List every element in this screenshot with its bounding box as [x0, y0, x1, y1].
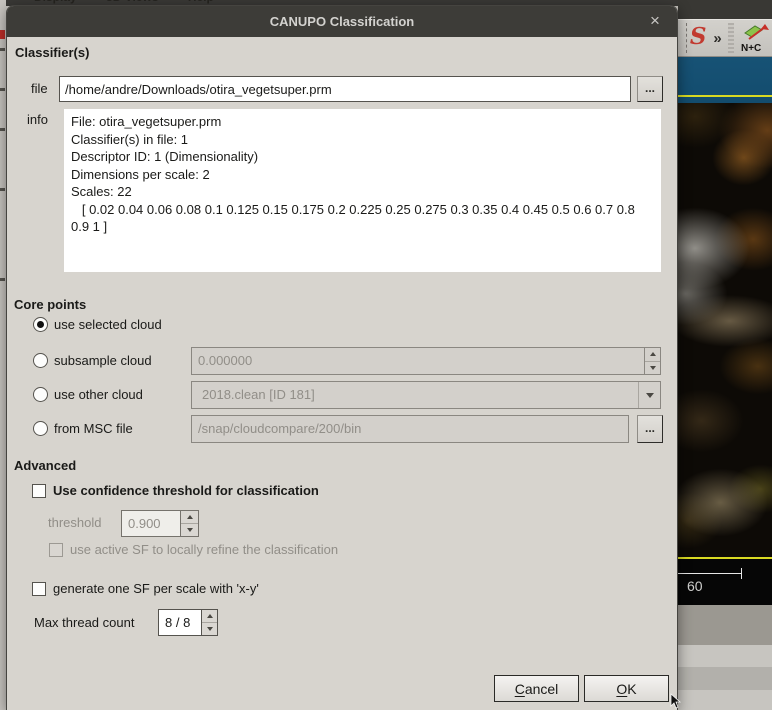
subsample-spinner[interactable] — [644, 348, 660, 374]
cancel-button[interactable]: Cancel — [494, 675, 579, 702]
from-msc-file-label: from MSC file — [54, 421, 133, 436]
radio-from-msc-file[interactable] — [33, 421, 48, 436]
msc-file-value: /snap/cloudcompare/200/bin — [198, 421, 361, 436]
threshold-spinner[interactable] — [180, 511, 198, 536]
threshold-label: threshold — [48, 510, 101, 536]
threshold-value: 0.900 — [128, 516, 161, 531]
dialog-titlebar[interactable]: CANUPO Classification × — [7, 6, 677, 37]
point-cloud-render — [678, 103, 772, 557]
combo-arrow-icon — [646, 393, 654, 398]
cancel-mnemonic: C — [515, 681, 525, 697]
ok-rest: K — [627, 681, 636, 697]
toolbar-overflow-icon[interactable]: » — [713, 30, 721, 47]
use-other-cloud-label: use other cloud — [54, 387, 143, 402]
max-thread-value: 8 / 8 — [165, 615, 190, 630]
close-icon[interactable]: × — [644, 10, 666, 32]
advanced-header: Advanced — [14, 458, 76, 473]
confidence-threshold-checkbox[interactable] — [32, 484, 46, 498]
background-menubar-right — [678, 0, 772, 19]
other-cloud-combobox[interactable]: 2018.clean [ID 181] — [191, 381, 661, 409]
canupo-icon-label: N+C — [741, 43, 761, 54]
viewport-marker-line-top — [678, 95, 772, 97]
viewport-overlay-bar: 60 — [678, 559, 772, 605]
refine-classification-label: use active SF to locally refine the clas… — [70, 543, 338, 557]
use-selected-cloud-label: use selected cloud — [54, 317, 162, 332]
spin-up-icon[interactable] — [187, 515, 193, 519]
refine-classification-checkbox[interactable] — [49, 543, 63, 557]
dialog-title: CANUPO Classification — [270, 14, 414, 29]
classifier-info-box: File: otira_vegetsuper.prm Classifier(s)… — [64, 109, 661, 272]
spin-down-icon[interactable] — [650, 366, 656, 370]
menubar-items: Display 3D Views Help — [34, 0, 240, 4]
background-properties-panel — [678, 605, 772, 710]
file-label: file — [31, 76, 48, 102]
spin-up-icon[interactable] — [650, 352, 656, 356]
screen: Display 3D Views Help S » N+C — [0, 0, 772, 710]
msc-file-input[interactable]: /snap/cloudcompare/200/bin — [191, 415, 629, 443]
canupo-classify-icon[interactable]: N+C — [740, 22, 772, 54]
radio-subsample-cloud[interactable] — [33, 353, 48, 368]
scale-bar-tick — [741, 568, 742, 579]
threshold-spinbox[interactable]: 0.900 — [121, 510, 199, 537]
spin-down-icon[interactable] — [187, 528, 193, 532]
menu-display: Display — [34, 0, 77, 4]
ok-button[interactable]: OK — [584, 675, 669, 702]
panel-row — [678, 605, 772, 645]
subsample-value-spinbox[interactable]: 0.000000 — [191, 347, 661, 375]
scale-bar-label: 60 — [687, 578, 703, 594]
panel-row — [678, 667, 772, 690]
cancel-rest: ancel — [525, 681, 558, 697]
max-thread-spinner[interactable] — [201, 610, 217, 635]
spin-up-icon[interactable] — [207, 614, 213, 618]
other-cloud-selected-value: 2018.clean [ID 181] — [202, 387, 315, 402]
segment-tool-icon[interactable]: S — [686, 23, 709, 53]
combo-arrow-box[interactable] — [638, 382, 660, 408]
spin-down-icon[interactable] — [207, 627, 213, 631]
subsample-cloud-label: subsample cloud — [54, 353, 152, 368]
max-thread-count-label: Max thread count — [34, 609, 134, 636]
menu-3d-views: 3D Views — [106, 0, 158, 4]
radio-use-other-cloud[interactable] — [33, 387, 48, 402]
core-points-header: Core points — [14, 297, 86, 312]
ok-mnemonic: O — [616, 681, 627, 697]
panel-row — [678, 690, 772, 710]
background-toolbar: S » N+C — [678, 19, 772, 57]
generate-sf-label: generate one SF per scale with 'x-y' — [53, 582, 259, 596]
menu-help: Help — [188, 0, 214, 4]
classifier-file-input[interactable] — [59, 76, 631, 102]
canupo-classification-dialog: CANUPO Classification × Classifier(s) fi… — [6, 5, 678, 710]
generate-sf-checkbox[interactable] — [32, 582, 46, 596]
info-label: info — [27, 112, 48, 127]
scale-bar — [678, 573, 742, 574]
msc-file-browse-button[interactable]: ... — [637, 415, 663, 443]
confidence-threshold-label: Use confidence threshold for classificat… — [53, 484, 319, 498]
classifier-file-browse-button[interactable]: ... — [637, 76, 663, 102]
mouse-cursor-icon — [670, 693, 684, 709]
3d-viewport[interactable]: 60 — [678, 57, 772, 605]
classifiers-header: Classifier(s) — [15, 45, 89, 60]
background-main-window: S » N+C 60 — [678, 0, 772, 710]
radio-use-selected-cloud[interactable] — [33, 317, 48, 332]
subsample-value: 0.000000 — [198, 353, 252, 368]
max-thread-spinbox[interactable]: 8 / 8 — [158, 609, 218, 636]
toolbar-separator — [728, 23, 734, 53]
panel-row — [678, 645, 772, 667]
toolbar-edge-red-icon — [0, 30, 5, 39]
